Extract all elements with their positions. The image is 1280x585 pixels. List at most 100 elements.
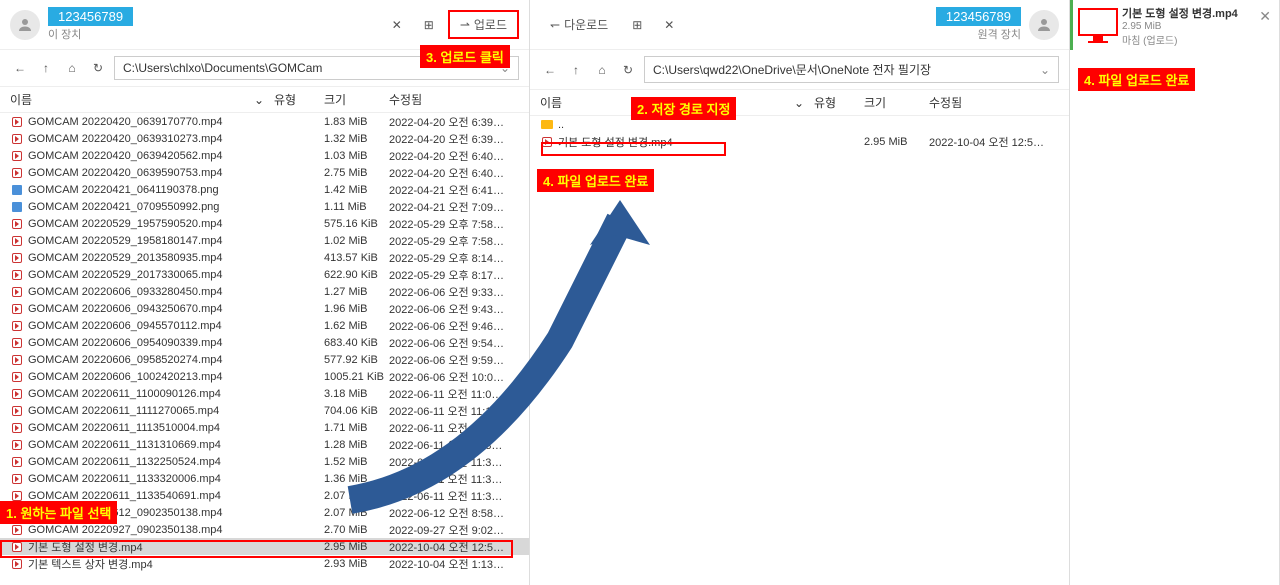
file-date: 2022-06-06 오전 9:46… <box>389 318 519 334</box>
nav-home-icon[interactable]: ⌂ <box>592 60 612 80</box>
video-icon <box>10 557 24 571</box>
file-size: 2.93 MiB <box>324 558 389 570</box>
file-date: 2022-04-20 오전 6:39… <box>389 114 519 130</box>
file-row[interactable]: GOMCAM 20220611_1133320006.mp41.36 MiB20… <box>0 470 529 487</box>
video-icon <box>10 387 24 401</box>
download-icon: ↽ <box>550 18 560 32</box>
file-date: 2022-04-20 오전 6:39… <box>389 131 519 147</box>
file-date: 2022-06-06 오전 9:43… <box>389 301 519 317</box>
annotation-5: 4. 파일 업로드 완료 <box>1078 68 1195 91</box>
file-row[interactable]: GOMCAM 20220606_0933280450.mp41.27 MiB20… <box>0 283 529 300</box>
file-row[interactable]: GOMCAM 20220611_1113510004.mp41.71 MiB20… <box>0 419 529 436</box>
file-name: GOMCAM 20220421_0641190378.png <box>28 184 324 196</box>
file-row[interactable]: GOMCAM 20220529_2013580935.mp4413.57 KiB… <box>0 249 529 266</box>
nav-back-icon[interactable]: ← <box>10 58 30 78</box>
nav-refresh-icon[interactable]: ↻ <box>88 58 108 78</box>
file-size: 704.06 KiB <box>324 405 389 417</box>
col-modified[interactable]: 수정됨 <box>929 94 1059 111</box>
video-icon <box>10 217 24 231</box>
file-date: 2022-05-29 오후 8:17… <box>389 267 519 283</box>
file-row[interactable]: 기본 텍스트 상자 변경.mp42.93 MiB2022-10-04 오전 1:… <box>0 555 529 572</box>
nav-up-icon[interactable]: ↑ <box>566 60 586 80</box>
file-row[interactable]: GOMCAM 20220606_0954090339.mp4683.40 KiB… <box>0 334 529 351</box>
video-icon <box>10 149 24 163</box>
col-size[interactable]: 크기 <box>864 94 929 111</box>
upload-notification: 기본 도형 설정 변경.mp4 2.95 MiB 마침 (업로드) ✕ <box>1070 0 1279 51</box>
upload-button[interactable]: ⇀ 업로드 <box>448 10 519 39</box>
file-row[interactable]: GOMCAM 20220420_0639170770.mp41.83 MiB20… <box>0 113 529 130</box>
file-row[interactable]: GOMCAM 20220421_0641190378.png1.42 MiB20… <box>0 181 529 198</box>
annotation-3: 3. 업로드 클릭 <box>420 45 510 68</box>
notification-size: 2.95 MiB <box>1122 21 1238 32</box>
nav-up-icon[interactable]: ↑ <box>36 58 56 78</box>
close-tab-button[interactable]: ✕ <box>384 12 410 38</box>
nav-back-icon[interactable]: ← <box>540 60 560 80</box>
video-icon <box>10 472 24 486</box>
file-size: 575.16 KiB <box>324 218 389 230</box>
avatar <box>1029 10 1059 40</box>
remote-device-id: 123456789 <box>936 7 1021 26</box>
file-name: GOMCAM 20220606_1002420213.mp4 <box>28 371 324 383</box>
notification-status: 마침 (업로드) <box>1122 32 1238 47</box>
file-row[interactable]: GOMCAM 20220606_1002420213.mp41005.21 Ki… <box>0 368 529 385</box>
file-row[interactable]: 기본 도형 설정 변경.mp42.95 MiB2022-10-04 오전 12:… <box>0 538 529 555</box>
file-date: 2022-06-11 오전 11:3… <box>389 488 519 504</box>
file-size: 1.42 MiB <box>324 184 389 196</box>
file-row[interactable]: GOMCAM 20220611_1111270065.mp4704.06 KiB… <box>0 402 529 419</box>
updir-row[interactable]: .. <box>530 116 1069 133</box>
file-date: 2022-06-11 오전 11:3… <box>389 437 519 453</box>
file-row[interactable]: GOMCAM 20220611_1100090126.mp43.18 MiB20… <box>0 385 529 402</box>
chevron-down-icon[interactable]: ⌄ <box>1040 63 1050 77</box>
file-name: GOMCAM 20220606_0945570112.mp4 <box>28 320 324 332</box>
file-row[interactable]: GOMCAM 20220606_0943250670.mp41.96 MiB20… <box>0 300 529 317</box>
download-button[interactable]: ↽ 다운로드 <box>540 12 618 37</box>
video-icon <box>10 455 24 469</box>
file-row[interactable]: 기본 도형 설정 변경.mp42.95 MiB2022-10-04 오전 12:… <box>530 133 1069 150</box>
file-size: 1.32 MiB <box>324 133 389 145</box>
file-row[interactable]: GOMCAM 20220420_0639590753.mp42.75 MiB20… <box>0 164 529 181</box>
file-row[interactable]: GOMCAM 20220529_1957590520.mp4575.16 KiB… <box>0 215 529 232</box>
file-row[interactable]: GOMCAM 20220529_1958180147.mp41.02 MiB20… <box>0 232 529 249</box>
local-device-id: 123456789 <box>48 7 133 26</box>
file-size: 2.70 MiB <box>324 524 389 536</box>
col-type[interactable]: 유형 <box>814 94 864 111</box>
file-row[interactable]: GOMCAM 20220529_2017330065.mp4622.90 KiB… <box>0 266 529 283</box>
file-row[interactable]: GOMCAM 20220421_0709550992.png1.11 MiB20… <box>0 198 529 215</box>
col-modified[interactable]: 수정됨 <box>389 91 519 108</box>
new-tab-button[interactable]: ⊞ <box>416 12 442 38</box>
upload-label: 업로드 <box>474 16 507 33</box>
col-name[interactable]: 이름⌄ <box>10 91 274 108</box>
remote-path-text: C:\Users\qwd22\OneDrive\문서\OneNote 전자 필기… <box>653 61 931 78</box>
file-row[interactable]: GOMCAM 20220611_1131310669.mp41.28 MiB20… <box>0 436 529 453</box>
video-icon <box>10 166 24 180</box>
nav-refresh-icon[interactable]: ↻ <box>618 60 638 80</box>
col-size[interactable]: 크기 <box>324 91 389 108</box>
file-name: GOMCAM 20220529_1957590520.mp4 <box>28 218 324 230</box>
file-name: GOMCAM 20220611_1100090126.mp4 <box>28 388 324 400</box>
file-size: 2.95 MiB <box>324 541 389 553</box>
file-date: 2022-05-29 오후 7:58… <box>389 233 519 249</box>
file-row[interactable]: GOMCAM 20220420_0639310273.mp41.32 MiB20… <box>0 130 529 147</box>
nav-home-icon[interactable]: ⌂ <box>62 58 82 78</box>
remote-path-input[interactable]: C:\Users\qwd22\OneDrive\문서\OneNote 전자 필기… <box>644 56 1059 83</box>
file-row[interactable]: GOMCAM 20220606_0945570112.mp41.62 MiB20… <box>0 317 529 334</box>
col-type[interactable]: 유형 <box>274 91 324 108</box>
video-icon <box>10 404 24 418</box>
file-size: 2.95 MiB <box>864 136 929 148</box>
file-row[interactable]: GOMCAM 20220420_0639420562.mp41.03 MiB20… <box>0 147 529 164</box>
close-tab-button[interactable]: ✕ <box>656 12 682 38</box>
new-tab-button[interactable]: ⊞ <box>624 12 650 38</box>
file-date: 2022-04-21 오전 6:41… <box>389 182 519 198</box>
file-name: GOMCAM 20220611_1132250524.mp4 <box>28 456 324 468</box>
video-icon <box>10 251 24 265</box>
file-size: 2.75 MiB <box>324 167 389 179</box>
file-name: GOMCAM 20220611_1113510004.mp4 <box>28 422 324 434</box>
file-size: 1.83 MiB <box>324 116 389 128</box>
file-row[interactable]: GOMCAM 20220611_1132250524.mp41.52 MiB20… <box>0 453 529 470</box>
user-icon <box>16 16 34 34</box>
file-name: 기본 도형 설정 변경.mp4 <box>558 134 864 150</box>
video-icon <box>10 319 24 333</box>
file-row[interactable]: GOMCAM 20220606_0958520274.mp4577.92 KiB… <box>0 351 529 368</box>
close-icon[interactable]: ✕ <box>1259 8 1271 25</box>
file-date: 2022-05-29 오후 8:14… <box>389 250 519 266</box>
